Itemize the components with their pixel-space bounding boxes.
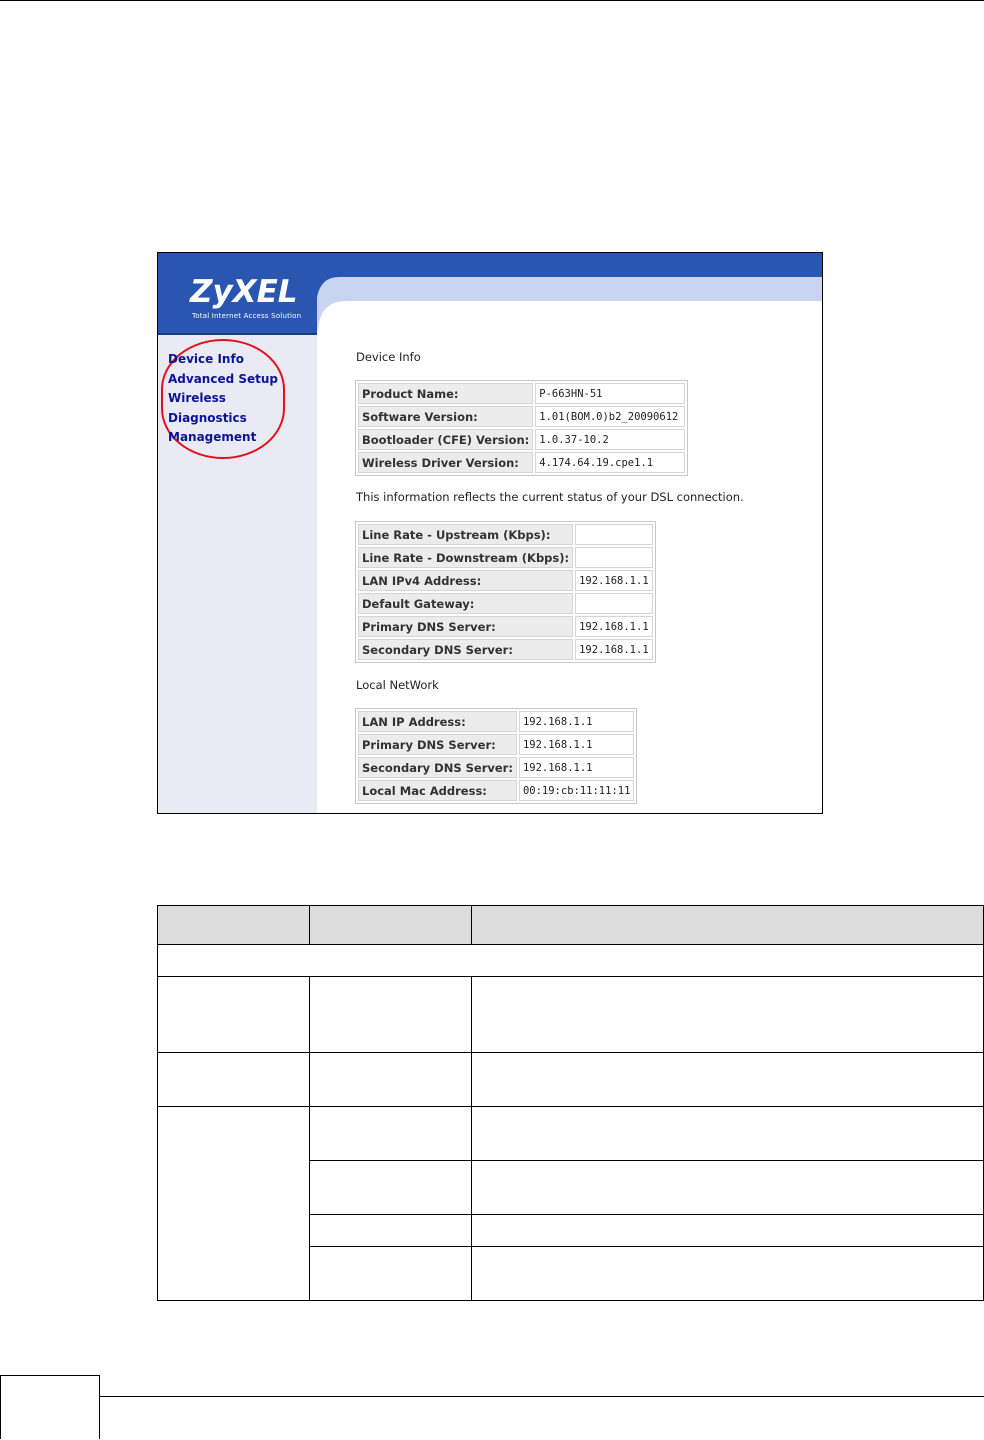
row-label: Primary DNS Server: <box>358 616 574 637</box>
row-label: Software Version: <box>358 406 534 427</box>
top-banner <box>317 253 822 273</box>
table-row: Secondary DNS Server: 192.168.1.1 <box>358 639 653 660</box>
row-value <box>575 547 653 568</box>
row-value <box>575 593 653 614</box>
table-row: Primary DNS Server: 192.168.1.1 <box>358 734 635 755</box>
table-cell <box>157 976 310 1053</box>
router-screenshot: ZyXEL Total Internet Access Solution Dev… <box>157 252 823 814</box>
table-row: Secondary DNS Server: 192.168.1.1 <box>358 757 635 778</box>
row-value: 192.168.1.1 <box>518 757 635 778</box>
table-row <box>157 976 984 1053</box>
row-value: P-663HN-51 <box>535 383 686 404</box>
table-cell <box>470 1160 984 1215</box>
table-row: LAN IPv4 Address: 192.168.1.1 <box>358 570 653 591</box>
row-label: Default Gateway: <box>358 593 574 614</box>
table-row: Line Rate - Downstream (Kbps): <box>358 547 653 568</box>
row-value: 192.168.1.1 <box>575 639 653 660</box>
sidebar <box>158 253 317 813</box>
row-value: 192.168.1.1 <box>518 734 635 755</box>
header-cell <box>308 905 472 945</box>
table-row <box>157 1106 984 1301</box>
local-network-table: LAN IP Address: 192.168.1.1 Primary DNS … <box>355 708 638 804</box>
row-label: Secondary DNS Server: <box>358 639 574 660</box>
table-cell <box>470 1246 984 1301</box>
row-value: 192.168.1.1 <box>518 711 635 732</box>
table-row: Product Name: P-663HN-51 <box>358 383 686 404</box>
field-description-table <box>157 905 984 1301</box>
table-header-row <box>157 905 984 945</box>
table-cell <box>157 1052 310 1107</box>
row-value: 1.0.37-10.2 <box>535 429 686 450</box>
table-cell <box>470 976 984 1053</box>
device-info-title: Device Info <box>356 350 421 364</box>
table-cell <box>308 1160 472 1215</box>
local-network-title: Local NetWork <box>356 678 439 692</box>
menu-item-advanced-setup[interactable]: Advanced Setup <box>168 370 278 390</box>
table-cell <box>308 976 472 1053</box>
section-row-cell <box>157 944 984 977</box>
table-cell <box>308 1106 472 1161</box>
header-cell <box>157 905 310 945</box>
row-label: Secondary DNS Server: <box>358 757 517 778</box>
table-row <box>157 944 984 977</box>
table-cell <box>470 1106 984 1161</box>
row-label: Line Rate - Downstream (Kbps): <box>358 547 574 568</box>
menu-item-device-info[interactable]: Device Info <box>168 350 278 370</box>
table-cell <box>308 1246 472 1301</box>
sidebar-menu: Device Info Advanced Setup Wireless Diag… <box>168 350 278 448</box>
row-value: 192.168.1.1 <box>575 616 653 637</box>
row-value: 4.174.64.19.cpe1.1 <box>535 452 686 473</box>
row-value <box>575 524 653 545</box>
header-rule <box>0 0 984 1</box>
row-label: LAN IP Address: <box>358 711 517 732</box>
table-row: LAN IP Address: 192.168.1.1 <box>358 711 635 732</box>
row-value: 192.168.1.1 <box>575 570 653 591</box>
table-row: Primary DNS Server: 192.168.1.1 <box>358 616 653 637</box>
zyxel-logo: ZyXEL Total Internet Access Solution <box>158 253 317 335</box>
banner-curve <box>317 273 822 333</box>
logo-brand: ZyXEL <box>190 274 298 310</box>
row-label: Line Rate - Upstream (Kbps): <box>358 524 574 545</box>
table-row: Default Gateway: <box>358 593 653 614</box>
menu-item-management[interactable]: Management <box>168 428 278 448</box>
footer-rule <box>100 1396 984 1397</box>
table-cell <box>308 1214 472 1247</box>
row-label: Wireless Driver Version: <box>358 452 534 473</box>
table-row: Software Version: 1.01(BOM.0)b2_20090612 <box>358 406 686 427</box>
menu-item-wireless[interactable]: Wireless <box>168 389 278 409</box>
row-value: 00:19:cb:11:11:11 <box>518 780 635 801</box>
table-cell <box>470 1052 984 1107</box>
table-row <box>157 1052 984 1107</box>
menu-item-diagnostics[interactable]: Diagnostics <box>168 409 278 429</box>
table-row: Local Mac Address: 00:19:cb:11:11:11 <box>358 780 635 801</box>
header-cell <box>470 905 984 945</box>
logo-tagline: Total Internet Access Solution <box>192 312 302 320</box>
row-label: Local Mac Address: <box>358 780 517 801</box>
device-info-table: Product Name: P-663HN-51 Software Versio… <box>355 380 689 476</box>
dsl-status-table: Line Rate - Upstream (Kbps): Line Rate -… <box>355 521 656 663</box>
table-cell <box>308 1052 472 1107</box>
table-row: Line Rate - Upstream (Kbps): <box>358 524 653 545</box>
row-label: Primary DNS Server: <box>358 734 517 755</box>
row-label: LAN IPv4 Address: <box>358 570 574 591</box>
page-number-box <box>0 1375 100 1439</box>
table-cell <box>157 1106 310 1301</box>
table-cell <box>470 1214 984 1247</box>
status-note: This information reflects the current st… <box>356 490 744 504</box>
table-row: Wireless Driver Version: 4.174.64.19.cpe… <box>358 452 686 473</box>
row-label: Bootloader (CFE) Version: <box>358 429 534 450</box>
table-row: Bootloader (CFE) Version: 1.0.37-10.2 <box>358 429 686 450</box>
row-label: Product Name: <box>358 383 534 404</box>
row-value: 1.01(BOM.0)b2_20090612 <box>535 406 686 427</box>
